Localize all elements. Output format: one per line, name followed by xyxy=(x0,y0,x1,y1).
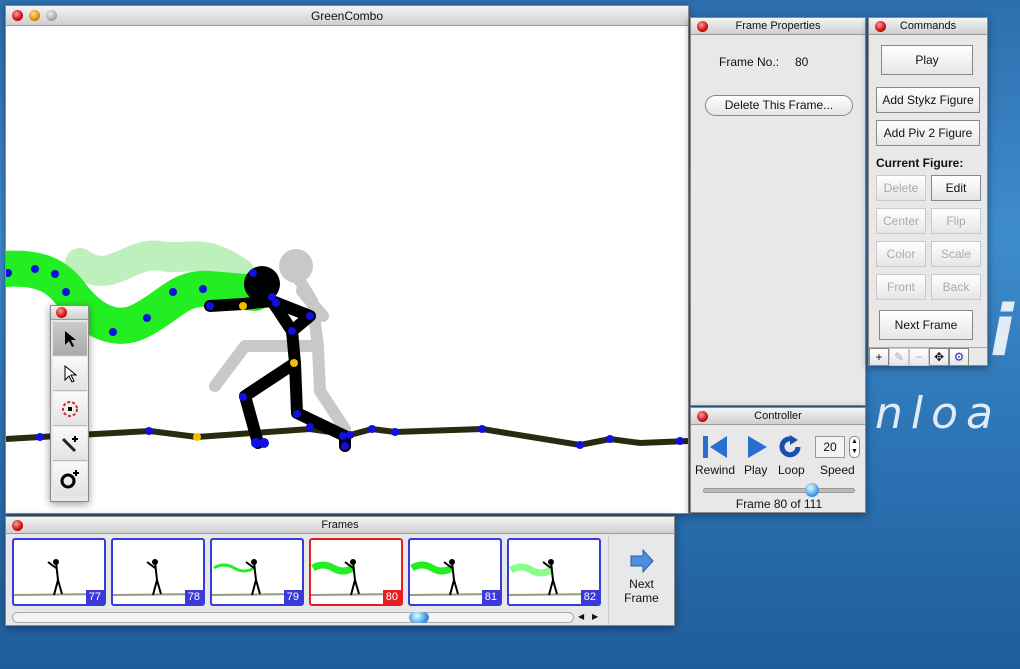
center-button[interactable]: Center xyxy=(876,208,926,234)
frame-number: 81 xyxy=(481,590,500,604)
main-window: GreenCombo xyxy=(5,5,689,514)
frame-properties-window: Frame Properties Frame No.: 80 Delete Th… xyxy=(690,17,866,406)
frame-number: 82 xyxy=(580,590,599,604)
window-title: Controller xyxy=(754,410,802,422)
delete-frame-button[interactable]: Delete This Frame... xyxy=(705,95,853,116)
speed-field[interactable]: 20 xyxy=(815,436,845,458)
add-circle-tool[interactable] xyxy=(53,462,87,496)
move-icon[interactable]: ✥ xyxy=(929,348,949,366)
bottom-toolbar: + ✎ − ✥ ⚙ xyxy=(869,347,987,366)
add-icon[interactable]: + xyxy=(869,348,889,366)
minimize-button[interactable] xyxy=(29,10,40,21)
frame-number: 77 xyxy=(85,590,104,604)
current-figure-label: Current Figure: xyxy=(876,156,964,170)
front-button[interactable]: Front xyxy=(876,274,926,300)
close-button[interactable] xyxy=(12,10,23,21)
window-title: Frames xyxy=(321,519,359,531)
background-text: nloa xyxy=(875,388,1001,439)
next-label: Next xyxy=(629,577,654,591)
next-frame-panel[interactable]: Next Frame xyxy=(608,535,674,625)
tool-palette xyxy=(50,305,89,502)
pencil-icon[interactable]: ✎ xyxy=(889,348,909,366)
remove-icon[interactable]: − xyxy=(909,348,929,366)
color-button[interactable]: Color xyxy=(876,241,926,267)
title-bar: GreenCombo xyxy=(6,6,688,26)
right-arrow-icon xyxy=(630,548,654,574)
frame-thumbnail[interactable]: 80 xyxy=(309,538,403,606)
window-title: Commands xyxy=(899,20,957,32)
subselect-tool[interactable] xyxy=(53,357,87,391)
back-button[interactable]: Back xyxy=(931,274,981,300)
window-title: GreenCombo xyxy=(310,9,384,23)
hollow-arrow-icon xyxy=(64,364,77,383)
gear-icon[interactable]: ⚙ xyxy=(949,348,969,366)
frame-number: 78 xyxy=(184,590,203,604)
scroll-thumb[interactable] xyxy=(409,612,429,623)
scroll-right-icon[interactable]: ▶ xyxy=(592,612,598,621)
animation-canvas[interactable] xyxy=(6,26,688,513)
close-button[interactable] xyxy=(697,21,708,32)
add-piv2-figure-button[interactable]: Add Piv 2 Figure xyxy=(876,120,980,146)
rewind-label: Rewind xyxy=(695,463,736,477)
center-tool[interactable] xyxy=(53,392,87,426)
add-line-icon xyxy=(61,435,78,452)
frame-label: Frame xyxy=(624,591,659,605)
commands-window: Commands Play Add Stykz Figure Add Piv 2… xyxy=(868,17,988,366)
flip-button[interactable]: Flip xyxy=(931,208,981,234)
frame-thumbnail[interactable]: 78 xyxy=(111,538,205,606)
play-icon[interactable] xyxy=(745,433,769,461)
close-button[interactable] xyxy=(56,307,67,318)
background-text-2: i xyxy=(990,290,1014,372)
close-button[interactable] xyxy=(12,520,23,531)
close-button[interactable] xyxy=(697,411,708,422)
loop-icon[interactable] xyxy=(779,435,803,459)
edit-figure-button[interactable]: Edit xyxy=(931,175,981,201)
frame-number-value: 80 xyxy=(795,55,809,69)
frame-thumbnail[interactable]: 79 xyxy=(210,538,304,606)
speed-stepper[interactable]: ▲ ▼ xyxy=(849,436,860,458)
loop-label: Loop xyxy=(778,463,805,477)
rewind-icon[interactable] xyxy=(701,433,729,461)
controller-window: Controller 20 ▲ ▼ Rewind Play Loop Speed … xyxy=(690,407,866,513)
add-stykz-figure-button[interactable]: Add Stykz Figure xyxy=(876,87,980,113)
frame-status: Frame 80 of 111 xyxy=(735,497,823,511)
speed-label: Speed xyxy=(820,463,855,477)
light-trail xyxy=(65,240,255,288)
slider-knob[interactable] xyxy=(805,483,820,497)
frame-thumbnail[interactable]: 82 xyxy=(507,538,601,606)
play-label: Play xyxy=(744,463,768,477)
scale-button[interactable]: Scale xyxy=(931,241,981,267)
select-arrow-icon xyxy=(65,330,76,347)
frame-number-label: Frame No.: xyxy=(719,55,780,69)
frames-window: Frames 77 78 79 80 81 82 Next Frame ◀ ▶ xyxy=(5,516,675,626)
frame-thumbnail[interactable]: 81 xyxy=(408,538,502,606)
frame-number: 80 xyxy=(382,590,401,604)
close-button[interactable] xyxy=(875,21,886,32)
scroll-left-icon[interactable]: ◀ xyxy=(578,612,584,621)
delete-figure-button[interactable]: Delete xyxy=(876,175,926,201)
frame-number: 79 xyxy=(283,590,302,604)
add-circle-icon xyxy=(60,470,79,489)
select-tool[interactable] xyxy=(53,322,87,356)
next-frame-button[interactable]: Next Frame xyxy=(879,310,973,340)
add-line-tool[interactable] xyxy=(53,427,87,461)
zoom-button[interactable] xyxy=(46,10,57,21)
play-button[interactable]: Play xyxy=(881,45,973,75)
frame-slider[interactable] xyxy=(703,483,855,497)
window-title: Frame Properties xyxy=(735,20,821,32)
frame-thumbnail[interactable]: 77 xyxy=(12,538,106,606)
center-target-icon xyxy=(62,400,78,417)
frames-scrollbar[interactable] xyxy=(12,612,574,623)
